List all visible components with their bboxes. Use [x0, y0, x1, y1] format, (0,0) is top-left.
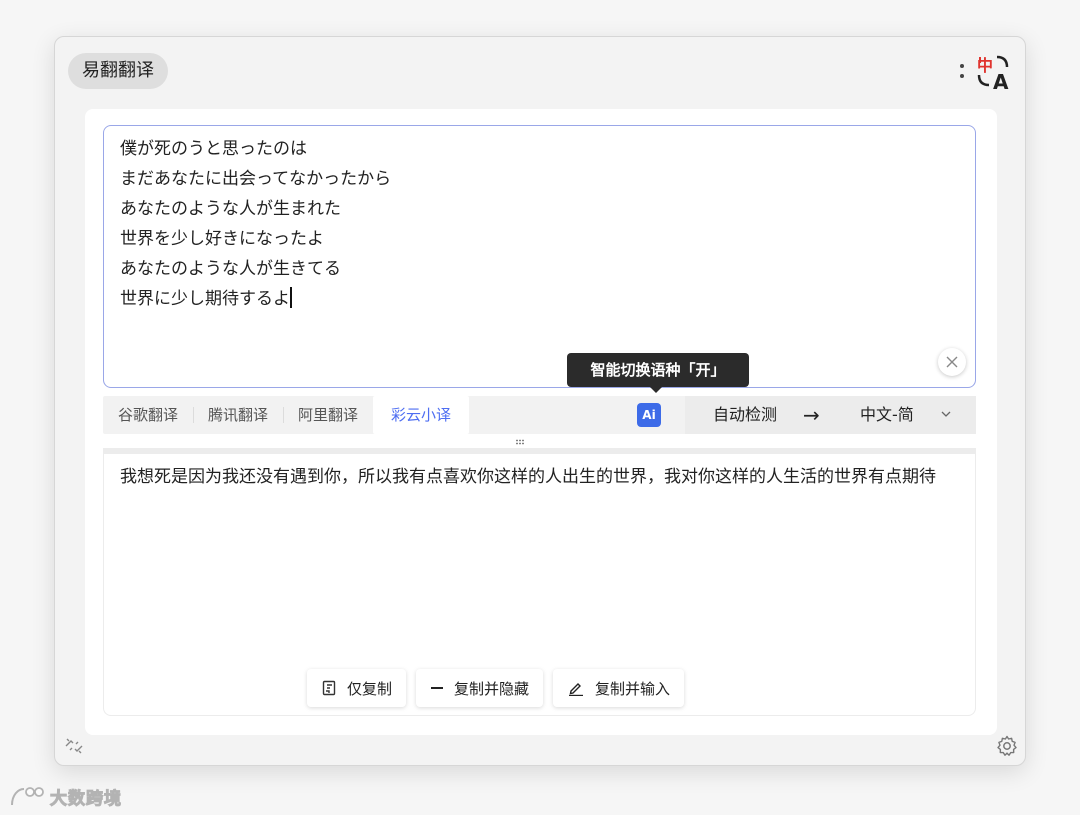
copy-hide-button[interactable]: 复制并隐藏: [416, 669, 544, 707]
language-selector[interactable]: 自动检测 → 中文-简: [685, 396, 976, 434]
result-text: 我想死是因为我还没有遇到你，所以我有点喜欢你这样的人出生的世界，我对你这样的人生…: [120, 467, 936, 487]
watermark-text: 大数跨境: [50, 789, 122, 810]
source-line: まだあなたに出会ってなかったから: [120, 169, 392, 189]
close-icon: [946, 356, 958, 368]
copy-only-button[interactable]: 仅复制: [307, 669, 407, 707]
source-line: あなたのような人が生まれた: [120, 199, 341, 219]
source-text-input[interactable]: 僕が死のうと思ったのは まだあなたに出会ってなかったから あなたのような人が生ま…: [103, 125, 976, 388]
copy-input-label: 复制并输入: [595, 679, 671, 698]
copy-input-button[interactable]: 复制并输入: [553, 669, 685, 707]
source-line: 僕が死のうと思ったのは: [120, 139, 307, 159]
ai-toggle-button[interactable]: Ai: [637, 403, 661, 427]
app-name-badge: 易翻翻译: [68, 53, 168, 89]
action-buttons: 仅复制 复制并隐藏 复制并输入: [307, 669, 685, 707]
source-language[interactable]: 自动检测: [713, 396, 777, 434]
source-line-text: 世界に少し期待するよ: [120, 289, 290, 309]
chevron-down-icon[interactable]: [940, 408, 952, 420]
engine-bar: 谷歌翻译 腾讯翻译 阿里翻译 彩云小译 Ai 自动检测 → 中文-简: [103, 396, 976, 434]
source-text[interactable]: 僕が死のうと思ったのは まだあなたに出会ってなかったから あなたのような人が生ま…: [120, 134, 391, 314]
resize-handle-icon[interactable]: [515, 439, 525, 445]
translator-card: 僕が死のうと思ったのは まだあなたに出会ってなかったから あなたのような人が生ま…: [85, 109, 997, 735]
target-language[interactable]: 中文-简: [860, 396, 914, 434]
tab-ali-translate[interactable]: 阿里翻译: [283, 396, 373, 434]
copy-hide-label: 复制并隐藏: [454, 679, 530, 698]
unlink-icon[interactable]: [63, 735, 85, 757]
source-line-last: 世界に少し期待するよ: [120, 284, 391, 314]
translator-window: 易翻翻译 中 A 僕が死のうと思ったのは まだあなたに出会ってなかったから あな…: [54, 36, 1026, 766]
svg-text:中: 中: [977, 56, 993, 75]
pencil-icon: [569, 683, 584, 696]
text-caret: [290, 287, 292, 308]
source-line: 世界を少し好きになったよ: [120, 229, 324, 249]
tab-caiyun-translate[interactable]: 彩云小译: [373, 396, 470, 434]
minus-icon: [431, 687, 444, 689]
vertical-dots-icon[interactable]: [959, 57, 965, 85]
arrow-right-icon: →: [803, 403, 820, 427]
smart-switch-tooltip: 智能切换语种「开」: [567, 353, 749, 393]
watermark: 大数跨境: [8, 784, 122, 810]
tab-google-translate[interactable]: 谷歌翻译: [103, 396, 193, 434]
gear-icon[interactable]: [995, 734, 1019, 758]
source-line: あなたのような人が生きてる: [120, 259, 341, 279]
copy-only-label: 仅复制: [347, 679, 393, 698]
copy-icon: [322, 680, 336, 696]
svg-text:A: A: [993, 70, 1009, 93]
clear-button[interactable]: [938, 348, 966, 376]
watermark-logo-icon: [11, 786, 44, 805]
tab-tencent-translate[interactable]: 腾讯翻译: [193, 396, 283, 434]
translate-zh-a-icon[interactable]: 中 A: [973, 49, 1017, 93]
engine-tabs: 谷歌翻译 腾讯翻译 阿里翻译 彩云小译: [103, 396, 470, 434]
